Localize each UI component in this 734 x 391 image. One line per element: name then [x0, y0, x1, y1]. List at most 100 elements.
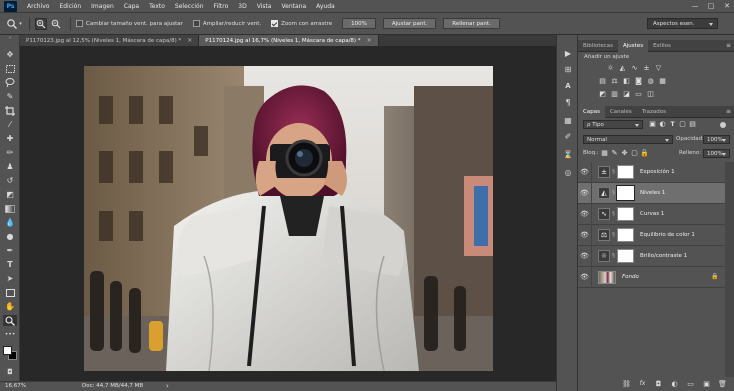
invert-icon[interactable]: ◩ [598, 90, 607, 98]
dodge-tool-icon[interactable]: ● [3, 231, 17, 242]
rectangle-tool-icon[interactable] [3, 287, 17, 298]
zoom-tool-icon[interactable]: ▾ [4, 16, 24, 32]
delete-layer-icon[interactable]: 🗑 [718, 379, 727, 388]
layer-name[interactable]: Fondo [622, 274, 639, 280]
document-photo[interactable] [84, 66, 493, 371]
levels-icon[interactable]: ◭ [618, 64, 627, 72]
zoom-in-icon[interactable] [35, 17, 47, 30]
layer-row[interactable]: 👁 ∿ § Curvas 1 [578, 203, 725, 225]
layer-name[interactable]: Brillo/contraste 1 [640, 253, 687, 259]
type-tool-icon[interactable]: T [3, 259, 17, 270]
lock-transparency-icon[interactable]: ▦ [600, 149, 609, 157]
tab-ajustes[interactable]: Ajustes [618, 40, 649, 52]
eraser-tool-icon[interactable]: ◩ [3, 189, 17, 200]
menu-edicion[interactable]: Edición [54, 3, 86, 10]
black-white-icon[interactable]: ◧ [622, 77, 631, 85]
more-tools-icon[interactable]: ••• [3, 329, 17, 340]
layer-row[interactable]: 👁 ⚖ § Equilibrio de color 1 [578, 224, 725, 246]
visibility-eye-icon[interactable]: 👁 [578, 245, 592, 267]
doc-tab[interactable]: P1170123.jpg al 12,5% (Niveles 1, Máscar… [20, 35, 200, 46]
menu-seleccion[interactable]: Selección [170, 3, 209, 10]
brush-tool-icon[interactable]: ✏ [3, 147, 17, 158]
paragraph-icon[interactable]: ¶ [561, 97, 575, 107]
visibility-eye-icon[interactable]: 👁 [578, 161, 592, 183]
filter-adjustment-icon[interactable]: ◐ [658, 120, 667, 128]
lock-artboard-icon[interactable]: ▢ [630, 149, 639, 157]
workspace-select[interactable]: Aspectos esen. [647, 18, 718, 29]
channels-icon[interactable]: ◎ [561, 167, 575, 177]
selective-color-icon[interactable]: ◫ [646, 90, 655, 98]
menu-texto[interactable]: Texto [144, 3, 170, 10]
filter-smart-icon[interactable]: ▤ [688, 120, 697, 128]
filter-pixel-icon[interactable]: ▣ [648, 120, 657, 128]
layer-row-background[interactable]: 👁 Fondo 🔒 [578, 266, 725, 288]
layer-name[interactable]: Curvas 1 [640, 211, 664, 217]
fill-input[interactable]: 100% [703, 149, 730, 158]
menu-imagen[interactable]: Imagen [86, 3, 119, 10]
resize-windows-checkbox[interactable]: Cambiar tamaño vent. para ajustar [76, 20, 183, 27]
visibility-eye-icon[interactable]: 👁 [578, 182, 592, 204]
visibility-eye-icon[interactable]: 👁 [578, 266, 592, 288]
fill-screen-button[interactable]: Rellenar pant. [443, 18, 500, 29]
hand-tool-icon[interactable]: ✋ [3, 301, 17, 312]
new-group-icon[interactable]: ▭ [686, 379, 695, 388]
play-icon[interactable]: ▶ [561, 48, 575, 58]
layer-style-icon[interactable]: fx [638, 379, 647, 388]
menu-capa[interactable]: Capa [119, 3, 144, 10]
panel-menu-icon[interactable]: ≡ [726, 42, 731, 49]
hue-saturation-icon[interactable]: ▤ [598, 77, 607, 85]
character-icon[interactable]: A [561, 81, 575, 91]
menu-ventana[interactable]: Ventana [276, 3, 311, 10]
zoom-all-windows-checkbox[interactable]: Ampliar/reducir vent. [192, 20, 261, 27]
gradient-tool-icon[interactable] [3, 203, 17, 214]
close-tab-icon[interactable]: × [367, 37, 372, 44]
posterize-icon[interactable]: ▥ [610, 90, 619, 98]
close-window-button[interactable]: ✕ [720, 0, 734, 12]
add-mask-icon[interactable]: ◘ [654, 379, 663, 388]
layer-mask-thumbnail[interactable] [617, 228, 634, 242]
tab-estilos[interactable]: Estilos [648, 40, 676, 52]
menu-ayuda[interactable]: Ayuda [311, 3, 340, 10]
pen-tool-icon[interactable]: ✒ [3, 245, 17, 256]
layer-row[interactable]: 👁 ☼ § Brillo/contraste 1 [578, 245, 725, 267]
vibrance-icon[interactable]: ▽ [654, 64, 663, 72]
layer-name[interactable]: Niveles 1 [640, 190, 665, 196]
history-brush-tool-icon[interactable]: ↺ [3, 175, 17, 186]
zoom-out-icon[interactable] [50, 18, 62, 30]
zoom-level[interactable]: 16,67% [5, 383, 26, 389]
checkbox-box[interactable] [271, 20, 279, 27]
visibility-eye-icon[interactable]: 👁 [578, 224, 592, 246]
photo-filter-icon[interactable]: ◙ [634, 77, 643, 85]
checkbox-box[interactable] [192, 20, 200, 27]
threshold-icon[interactable]: ◪ [622, 90, 631, 98]
quick-mask-icon[interactable]: ◘ [3, 367, 17, 378]
minimize-button[interactable]: — [688, 0, 702, 12]
layer-name[interactable]: Exposición 1 [640, 169, 675, 175]
properties-icon[interactable]: ⊞ [561, 64, 575, 74]
healing-brush-tool-icon[interactable]: ✚ [3, 133, 17, 144]
toolbar-collapse-icon[interactable]: » [3, 36, 17, 41]
menu-3d[interactable]: 3D [233, 3, 251, 10]
opacity-input[interactable]: 100% [703, 135, 730, 144]
layer-row-selected[interactable]: 👁 ◭ § Niveles 1 [578, 182, 725, 204]
zoom-tool-icon[interactable] [3, 315, 17, 326]
curves-icon[interactable]: ∿ [630, 64, 639, 72]
layer-row[interactable]: 👁 ± § Exposición 1 [578, 161, 725, 183]
lock-position-icon[interactable]: ✥ [620, 149, 629, 157]
menu-vista[interactable]: Vista [252, 3, 277, 10]
brush-preset-icon[interactable]: ✐ [561, 131, 575, 141]
color-lookup-icon[interactable]: ▦ [658, 77, 667, 85]
eyedropper-tool-icon[interactable]: ⁄ [3, 119, 17, 130]
checkbox-box[interactable] [76, 20, 83, 27]
path-selection-tool-icon[interactable]: ➤ [3, 273, 17, 284]
menu-archivo[interactable]: Archivo [22, 3, 54, 10]
fit-screen-button[interactable]: Ajustar pant. [382, 18, 437, 29]
layer-mask-thumbnail[interactable] [617, 207, 634, 221]
scrubby-zoom-checkbox[interactable]: Zoom con arrastre [271, 20, 332, 27]
move-tool-icon[interactable]: ✥ [3, 49, 17, 60]
doc-tab-active[interactable]: P1170124.jpg al 16,7% (Niveles 1, Máscar… [199, 35, 379, 46]
close-tab-icon[interactable]: × [187, 37, 192, 44]
tab-canales[interactable]: Canales [605, 106, 637, 118]
layers-scrollbar[interactable] [725, 162, 734, 377]
lasso-tool-icon[interactable] [3, 77, 17, 88]
